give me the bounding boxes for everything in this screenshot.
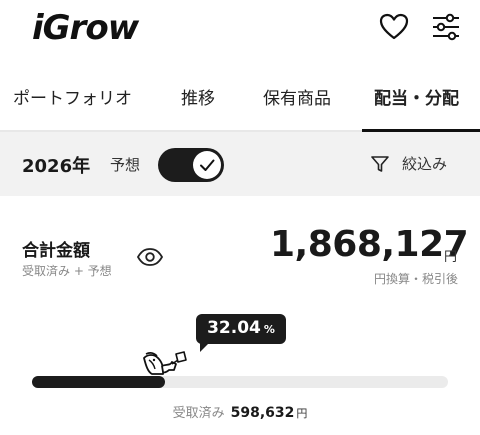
total-amount: 1,868,127 [270,224,469,265]
bubble-tail [200,342,210,352]
year-selector[interactable]: 2026年 [22,152,90,178]
check-icon [200,159,215,171]
amount-unit: 円 [444,250,458,265]
app-header: iGrow [0,0,480,62]
filter-bar: 2026年 予想 絞込み [0,132,480,196]
visibility-toggle-button[interactable] [136,246,164,268]
received-label: 受取済み [172,406,225,421]
toggle-knob [193,151,221,179]
filter-label: 絞込み [402,155,448,173]
tab-bar: ポートフォリオ 推移 保有商品 配当・分配 [0,70,480,132]
amount-note: 円換算・税引後 [373,272,458,286]
bird-mascot-icon [138,344,194,384]
favorite-button[interactable] [378,12,410,42]
forecast-toggle[interactable] [158,148,224,182]
settings-button[interactable] [430,12,462,42]
funnel-icon [371,156,389,172]
progress-percent: 32.04 [207,318,261,338]
tab-dividends[interactable]: 配当・分配 [374,84,459,109]
eye-icon [136,248,164,266]
heart-icon [379,13,409,40]
received-summary: 受取済み 598,632 円 [0,402,480,421]
sliders-icon [433,13,459,41]
tab-portfolio[interactable]: ポートフォリオ [13,84,132,109]
tab-history[interactable]: 推移 [181,84,215,109]
progress-track [32,376,448,388]
forecast-label: 予想 [110,156,141,174]
filter-button[interactable]: 絞込み [370,150,470,178]
app-logo: iGrow [32,8,139,48]
progress-percent-bubble: 32.04% [196,314,286,344]
tab-holdings[interactable]: 保有商品 [263,84,331,109]
received-value: 598,632 [230,405,295,421]
total-title: 合計金額 [22,241,90,261]
total-subtitle: 受取済み + 予想 [22,264,112,278]
percent-symbol: % [263,323,275,336]
received-unit: 円 [296,407,308,420]
